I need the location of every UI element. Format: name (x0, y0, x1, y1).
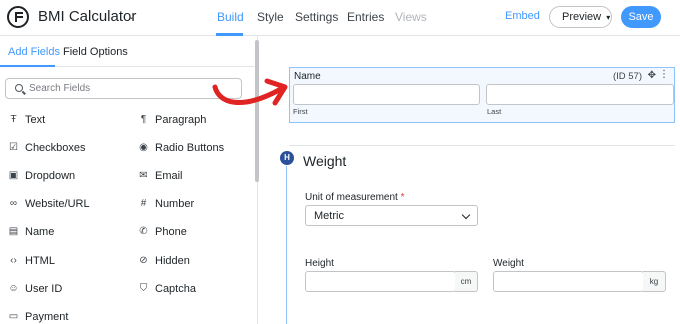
chevron-down-icon[interactable]: ⌄ (127, 9, 136, 22)
nav-style[interactable]: Style (257, 10, 284, 24)
field-label: HTML (25, 255, 55, 267)
search-placeholder: Search Fields (29, 83, 91, 94)
section-divider (289, 145, 675, 146)
save-button[interactable]: Save (621, 6, 661, 28)
red-arrow-annotation (212, 78, 288, 106)
eye-slash-icon: ⊘ (139, 255, 148, 266)
field-label: Captcha (155, 283, 196, 295)
formidable-logo-icon[interactable] (7, 6, 29, 28)
weight-label: Weight (493, 258, 524, 269)
field-label: Website/URL (25, 198, 90, 210)
more-options-icon[interactable]: ⋮ (659, 69, 669, 80)
form-title[interactable]: BMI Calculator (38, 8, 136, 25)
field-label: Checkboxes (25, 142, 86, 154)
name-field-block[interactable]: Name (ID 57) ✥ ⋮ First Last (289, 67, 675, 123)
user-icon: ☺ (8, 283, 19, 294)
hash-icon: # (140, 198, 147, 209)
unit-label-text: Unit of measurement (305, 192, 398, 203)
paragraph-icon: ¶ (140, 114, 147, 125)
weight-input[interactable] (493, 271, 644, 292)
active-tab-indicator (0, 65, 55, 67)
first-sublabel: First (293, 107, 308, 116)
embed-button[interactable]: Embed (505, 10, 540, 22)
chevron-down-icon (461, 210, 471, 220)
field-label: Text (25, 114, 46, 126)
required-mark: * (400, 192, 405, 203)
height-label: Height (305, 258, 334, 269)
top-bar: BMI Calculator ⌄ Build Style Settings En… (0, 0, 680, 36)
nav-build[interactable]: Build (217, 10, 244, 24)
nav-entries[interactable]: Entries (347, 10, 384, 24)
shield-icon: ⛉ (139, 283, 148, 294)
tab-add-fields[interactable]: Add Fields (8, 46, 60, 58)
field-label: Phone (155, 226, 187, 238)
email-icon: ✉ (139, 170, 148, 181)
preview-button[interactable]: Preview ▾ (549, 6, 612, 28)
field-label: Number (155, 198, 195, 210)
search-icon (15, 84, 23, 92)
field-label: Email (155, 170, 183, 182)
payment-icon: ▭ (8, 311, 19, 322)
last-sublabel: Last (487, 107, 502, 116)
field-label: Dropdown (25, 170, 76, 182)
link-icon: ∞ (9, 198, 18, 209)
section-heading-badge: H (280, 151, 294, 165)
dropdown-icon: ▣ (8, 170, 19, 181)
id-card-icon: ▤ (8, 226, 19, 237)
field-id-label: (ID 57) (612, 71, 642, 82)
move-icon[interactable]: ✥ (648, 70, 656, 81)
tab-field-options[interactable]: Field Options (63, 46, 128, 58)
phone-icon: ✆ (139, 226, 148, 237)
section-title[interactable]: Weight (303, 153, 346, 169)
nav-settings[interactable]: Settings (295, 10, 338, 24)
first-name-input[interactable] (293, 84, 480, 105)
checkbox-icon: ☑ (9, 142, 18, 153)
nav-views[interactable]: Views (395, 10, 427, 24)
chevron-down-icon: ▾ (606, 13, 611, 22)
field-label: Paragraph (155, 114, 207, 126)
name-field-label: Name (294, 71, 321, 82)
height-input[interactable] (305, 271, 456, 292)
height-unit: cm (455, 271, 478, 292)
field-label: Hidden (155, 255, 190, 267)
field-label: Name (25, 226, 55, 238)
code-icon: ‹› (10, 255, 17, 266)
field-label: Radio Buttons (155, 142, 225, 154)
select-value: Metric (314, 210, 344, 222)
field-label: User ID (25, 283, 63, 295)
weight-unit: kg (643, 271, 666, 292)
preview-label: Preview (562, 11, 602, 23)
field-label: Payment (25, 311, 69, 323)
search-fields-input[interactable]: Search Fields (5, 78, 242, 99)
unit-of-measurement-select[interactable]: Metric (305, 205, 478, 226)
radio-icon: ◉ (139, 142, 148, 153)
last-name-input[interactable] (486, 84, 674, 105)
text-icon: Ŧ (10, 114, 17, 125)
unit-of-measurement-label: Unit of measurement * (305, 192, 405, 203)
sidebar-tabs: Add Fields Field Options (0, 36, 258, 67)
section-line (286, 166, 287, 324)
